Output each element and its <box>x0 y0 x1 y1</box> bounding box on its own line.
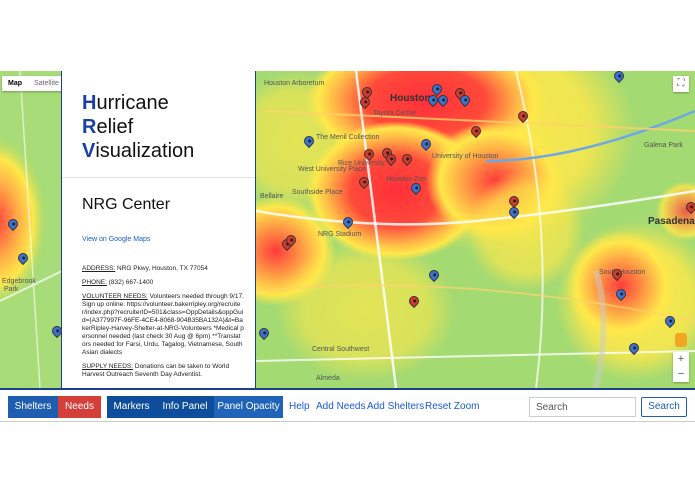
phone-row: PHONE: (832) 667-1400 <box>82 279 244 287</box>
bottom-toolbar: Shelters Needs Markers Info Panel Panel … <box>0 388 695 422</box>
title-word: urricane <box>96 92 169 114</box>
title-initial: R <box>82 116 97 138</box>
map-label: Edgebrook <box>2 278 36 285</box>
map-type-map-button[interactable]: Map <box>2 76 28 91</box>
address-label: ADDRESS: <box>82 265 116 272</box>
volunteer-label: VOLUNTEER NEEDS: <box>82 293 148 300</box>
map-label: Pasadena <box>648 216 695 227</box>
address-value: NRG Pkwy, Houston, TX 77054 <box>117 265 208 272</box>
add-shelters-link[interactable]: Add Shelters <box>367 396 424 418</box>
title-initial: H <box>82 92 97 114</box>
reset-zoom-link[interactable]: Reset Zoom <box>425 396 479 418</box>
map-label: University of Houston <box>432 153 499 160</box>
panel-opacity-button[interactable]: Panel Opacity <box>214 396 283 418</box>
markers-button[interactable]: Markers <box>107 396 156 418</box>
map-label: Galena Park <box>644 142 683 149</box>
map-label: Southside Place <box>292 189 343 196</box>
map-main-panel[interactable]: Houston Arboretum Houston Toyota Center … <box>256 71 695 388</box>
heatmap-left <box>0 71 62 388</box>
map-label: Bellaire <box>260 193 284 200</box>
app-title: Hurricane Relief Visualization <box>82 91 256 163</box>
volunteer-value: Volunteers needed through 9/17. Sign up … <box>82 293 244 356</box>
needs-button[interactable]: Needs <box>58 396 101 418</box>
map-label: NRG Stadium <box>318 231 362 238</box>
phone-label: PHONE: <box>82 279 107 286</box>
info-panel: Hurricane Relief Visualization NRG Cente… <box>62 71 256 388</box>
supply-label: SUPPLY NEEDS: <box>82 363 134 370</box>
zoom-out-button[interactable]: − <box>673 367 689 382</box>
map-type-control: Map Satellite <box>2 76 65 91</box>
address-row: ADDRESS: NRG Pkwy, Houston, TX 77054 <box>82 265 244 273</box>
shelters-button[interactable]: Shelters <box>8 396 58 418</box>
search-button[interactable]: Search <box>641 397 687 417</box>
title-initial: V <box>82 140 96 162</box>
fullscreen-icon[interactable]: ⛶ <box>673 76 689 92</box>
street-view-pegman-icon[interactable] <box>675 333 687 347</box>
map-label: The Menil Collection <box>316 134 380 141</box>
place-name: NRG Center <box>82 196 171 213</box>
volunteer-row: VOLUNTEER NEEDS: Volunteers needed throu… <box>82 293 244 357</box>
google-maps-link[interactable]: View on Google Maps <box>82 236 256 243</box>
map-label: Houston Arboretum <box>264 80 325 87</box>
map-left-panel[interactable]: Edgebrook Park <box>0 71 62 388</box>
map-label: Park <box>4 286 19 293</box>
supply-row: SUPPLY NEEDS: Donations can be taken to … <box>82 363 244 379</box>
heatmap-main <box>256 71 695 388</box>
phone-value: (832) 667-1400 <box>108 279 154 286</box>
map-label: Houston <box>390 93 431 104</box>
zoom-control: + − <box>673 352 689 382</box>
help-link[interactable]: Help <box>289 396 310 418</box>
map-type-satellite-button[interactable]: Satellite <box>28 76 65 91</box>
title-word: isualization <box>95 140 195 162</box>
map-label: Central Southwest <box>312 346 370 353</box>
map-label: Houston Zoo <box>386 176 427 183</box>
add-needs-link[interactable]: Add Needs <box>316 396 365 418</box>
map-label: Toyota Center <box>373 110 417 117</box>
search-input[interactable] <box>529 397 636 417</box>
zoom-in-button[interactable]: + <box>673 352 689 367</box>
map-label: Almeda <box>316 375 340 382</box>
title-word: elief <box>96 116 134 138</box>
info-panel-button[interactable]: Info Panel <box>156 396 214 418</box>
map-label: West University Place <box>298 166 366 173</box>
title-separator <box>62 177 256 178</box>
